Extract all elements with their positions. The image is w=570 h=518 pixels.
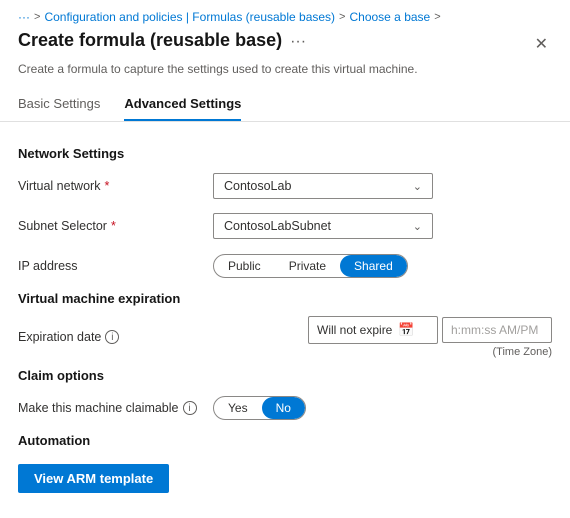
- tab-advanced[interactable]: Advanced Settings: [124, 88, 241, 121]
- subnet-label: Subnet Selector *: [18, 219, 213, 233]
- subnet-dropdown[interactable]: ContosoLabSubnet ⌄: [213, 213, 433, 239]
- breadcrumb-link-formulas[interactable]: Configuration and policies | Formulas (r…: [44, 10, 335, 24]
- expiry-time-input[interactable]: h:mm:ss AM/PM: [442, 317, 552, 343]
- panel-menu-dots[interactable]: ···: [290, 33, 306, 51]
- virtual-network-value: ContosoLab: [224, 179, 291, 193]
- view-arm-button[interactable]: View ARM template: [18, 464, 169, 493]
- breadcrumb-sep-2: >: [339, 11, 345, 23]
- breadcrumb: ··· > Configuration and policies | Formu…: [0, 0, 570, 30]
- panel-header: Create formula (reusable base) ··· ✕: [0, 30, 570, 58]
- expiry-date-label: Expiration date i: [18, 330, 213, 344]
- claimable-row: Make this machine claimable i Yes No: [18, 393, 552, 423]
- expiry-info-icon[interactable]: i: [105, 330, 119, 344]
- page-title: Create formula (reusable base): [18, 30, 282, 51]
- calendar-icon: 📅: [398, 322, 414, 338]
- virtual-network-label: Virtual network *: [18, 179, 213, 193]
- claimable-no[interactable]: No: [262, 397, 305, 419]
- expiry-date-control: Will not expire 📅 h:mm:ss AM/PM (Time Zo…: [213, 316, 552, 358]
- ip-control: Public Private Shared: [213, 254, 552, 278]
- subnet-chevron-icon: ⌄: [413, 220, 422, 233]
- content-area: Network Settings Virtual network * Conto…: [0, 122, 570, 503]
- tab-bar: Basic Settings Advanced Settings: [0, 88, 570, 122]
- claim-options-title: Claim options: [18, 368, 552, 383]
- breadcrumb-sep-1: >: [34, 11, 40, 23]
- subnet-row: Subnet Selector * ContosoLabSubnet ⌄: [18, 211, 552, 241]
- virtual-network-dropdown[interactable]: ContosoLab ⌄: [213, 173, 433, 199]
- expiry-date-input[interactable]: Will not expire 📅: [308, 316, 438, 344]
- ip-option-private[interactable]: Private: [275, 255, 340, 277]
- claimable-label: Make this machine claimable i: [18, 401, 213, 415]
- close-button[interactable]: ✕: [531, 32, 552, 56]
- vm-expiry-title: Virtual machine expiration: [18, 291, 552, 306]
- ip-address-row: IP address Public Private Shared: [18, 251, 552, 281]
- claimable-info-icon[interactable]: i: [183, 401, 197, 415]
- expiry-time-placeholder: h:mm:ss AM/PM: [451, 323, 538, 337]
- claimable-toggle-group: Yes No: [213, 396, 306, 420]
- ip-option-shared[interactable]: Shared: [340, 255, 407, 277]
- subnet-control: ContosoLabSubnet ⌄: [213, 213, 552, 239]
- automation-title: Automation: [18, 433, 552, 448]
- virtual-network-row: Virtual network * ContosoLab ⌄: [18, 171, 552, 201]
- expiry-date-row: Expiration date i Will not expire 📅 h:mm…: [18, 316, 552, 358]
- network-settings-title: Network Settings: [18, 146, 552, 161]
- required-star-subnet: *: [111, 219, 116, 233]
- subnet-value: ContosoLabSubnet: [224, 219, 331, 233]
- breadcrumb-sep-3: >: [434, 11, 440, 23]
- timezone-hint: (Time Zone): [493, 346, 553, 358]
- required-star-vnet: *: [104, 179, 109, 193]
- panel-subtitle: Create a formula to capture the settings…: [0, 58, 570, 88]
- ip-toggle-group: Public Private Shared: [213, 254, 408, 278]
- virtual-network-control: ContosoLab ⌄: [213, 173, 552, 199]
- expiry-date-value: Will not expire: [317, 323, 392, 337]
- vnet-chevron-icon: ⌄: [413, 180, 422, 193]
- claimable-control: Yes No: [213, 396, 552, 420]
- ip-label: IP address: [18, 259, 213, 273]
- breadcrumb-dots: ···: [18, 10, 30, 24]
- breadcrumb-link-choose-base[interactable]: Choose a base: [349, 10, 430, 24]
- claimable-yes[interactable]: Yes: [214, 397, 262, 419]
- ip-option-public[interactable]: Public: [214, 255, 275, 277]
- tab-basic[interactable]: Basic Settings: [18, 88, 100, 121]
